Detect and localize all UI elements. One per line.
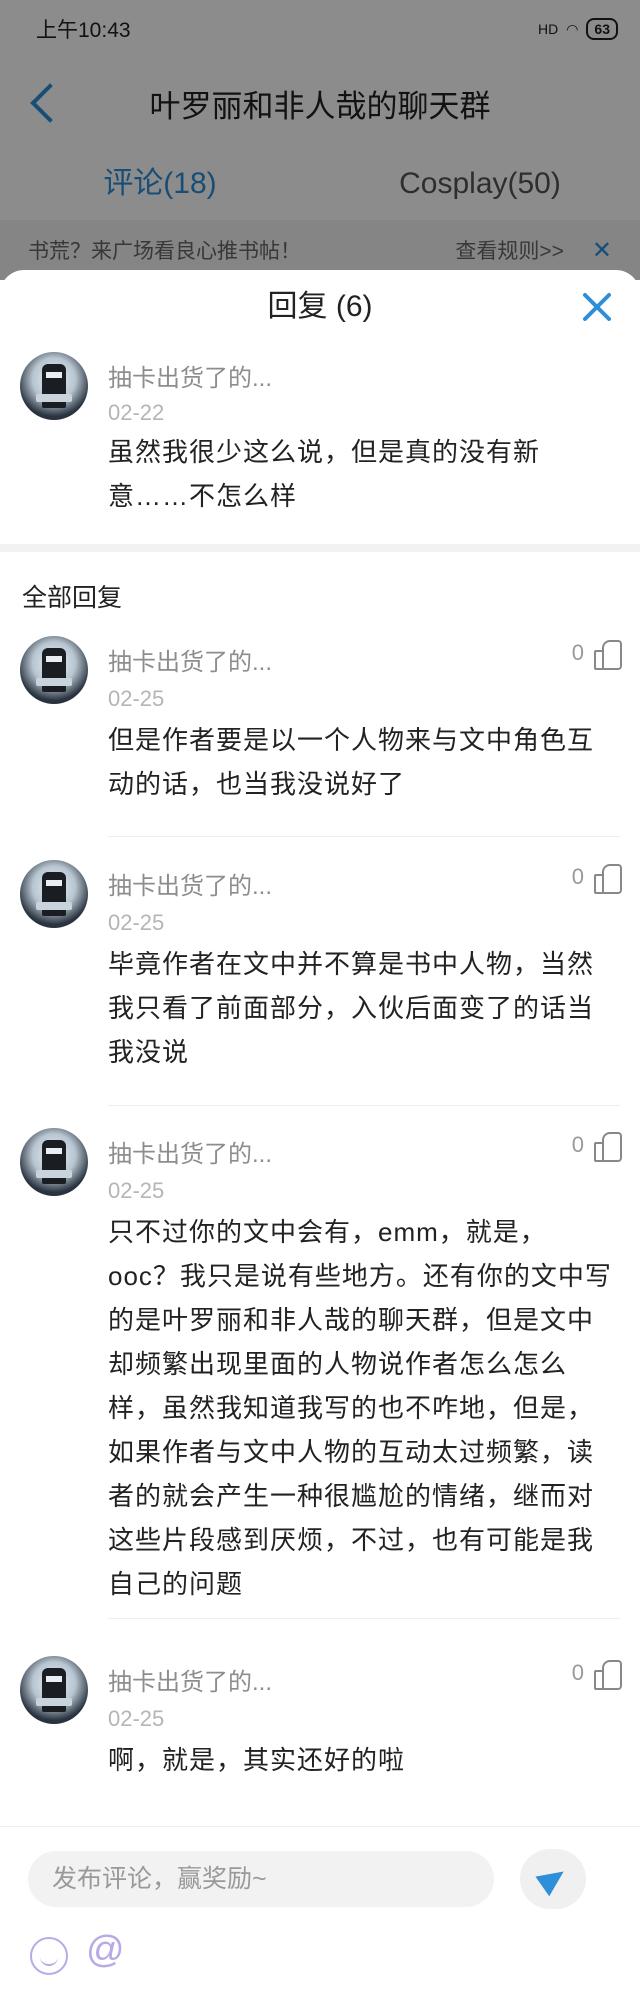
thumb-up-icon xyxy=(594,864,622,894)
reply-divider xyxy=(108,1105,620,1106)
reply-item: 抽卡出货了的... 02-25 0 啊，就是，其实还好的啦 xyxy=(0,1648,640,1788)
at-mention-icon[interactable]: @ xyxy=(86,1929,125,1972)
reply-item: 抽卡出货了的... 02-25 0 毕竟作者在文中并不算是书中人物，当然我只看了… xyxy=(0,852,640,1107)
reply-date: 02-25 xyxy=(108,910,165,935)
reply-divider xyxy=(108,1618,620,1619)
thumb-up-icon xyxy=(594,1132,622,1162)
avatar[interactable] xyxy=(20,860,88,928)
sheet-title: 回复 (6) xyxy=(267,290,373,323)
like-button[interactable]: 0 xyxy=(571,864,622,894)
comment-input[interactable]: 发布评论，赢奖励~ xyxy=(28,1851,494,1907)
like-count: 0 xyxy=(571,1660,584,1685)
like-button[interactable]: 0 xyxy=(571,640,622,670)
reply-text: 啊，就是，其实还好的啦 xyxy=(108,1745,406,1775)
like-count: 0 xyxy=(571,864,584,889)
all-replies-label: 全部回复 xyxy=(22,584,123,612)
reply-date: 02-25 xyxy=(108,1706,165,1731)
reply-text: 但是作者要是以一个人物来与文中角色互动的话，也当我没说好了 xyxy=(108,725,595,799)
comment-composer: 发布评论，赢奖励~ @ xyxy=(0,1826,640,2012)
reply-divider xyxy=(108,836,620,837)
main-comment: 抽卡出货了的... 02-22 虽然我很少这么说，但是真的没有新意……不怎么样 xyxy=(0,344,640,544)
like-count: 0 xyxy=(571,640,584,665)
thumb-up-icon xyxy=(594,1660,622,1690)
avatar[interactable] xyxy=(20,352,88,420)
reply-username[interactable]: 抽卡出货了的... xyxy=(108,1134,272,1169)
comment-username[interactable]: 抽卡出货了的... xyxy=(108,358,272,393)
section-divider xyxy=(0,544,640,552)
emoji-icon[interactable] xyxy=(30,1937,68,1975)
avatar[interactable] xyxy=(20,636,88,704)
thumb-up-icon xyxy=(594,640,622,670)
send-icon xyxy=(535,1861,571,1897)
comment-text: 虽然我很少这么说，但是真的没有新意……不怎么样 xyxy=(108,437,541,511)
reply-date: 02-25 xyxy=(108,686,165,711)
like-button[interactable]: 0 xyxy=(571,1132,622,1162)
sheet-header: 回复 (6) xyxy=(0,270,640,344)
background-page: 上午10:43 HD ◠ 63 叶罗丽和非人哉的聊天群 评论(18) Cospl… xyxy=(0,0,640,280)
like-button[interactable]: 0 xyxy=(571,1660,622,1690)
reply-username[interactable]: 抽卡出货了的... xyxy=(108,1662,272,1697)
send-button[interactable] xyxy=(520,1849,586,1909)
reply-text: 毕竟作者在文中并不算是书中人物，当然我只看了前面部分，入伙后面变了的话当我没说 xyxy=(108,949,595,1067)
avatar[interactable] xyxy=(20,1656,88,1724)
close-icon[interactable] xyxy=(578,288,616,326)
reply-text: 只不过你的文中会有，emm，就是，ooc？我只是说有些地方。还有你的文中写的是叶… xyxy=(108,1217,612,1599)
dim-overlay[interactable] xyxy=(0,0,640,280)
reply-sheet: 回复 (6) 抽卡出货了的... 02-22 虽然我很少这么说，但是真的没有新意… xyxy=(0,270,640,2012)
avatar[interactable] xyxy=(20,1128,88,1196)
reply-username[interactable]: 抽卡出货了的... xyxy=(108,642,272,677)
reply-item: 抽卡出货了的... 02-25 0 但是作者要是以一个人物来与文中角色互动的话，… xyxy=(0,628,640,838)
like-count: 0 xyxy=(571,1132,584,1157)
comment-date: 02-22 xyxy=(108,400,165,425)
reply-username[interactable]: 抽卡出货了的... xyxy=(108,866,272,901)
reply-item: 抽卡出货了的... 02-25 0 只不过你的文中会有，emm，就是，ooc？我… xyxy=(0,1120,640,1620)
reply-date: 02-25 xyxy=(108,1178,165,1203)
